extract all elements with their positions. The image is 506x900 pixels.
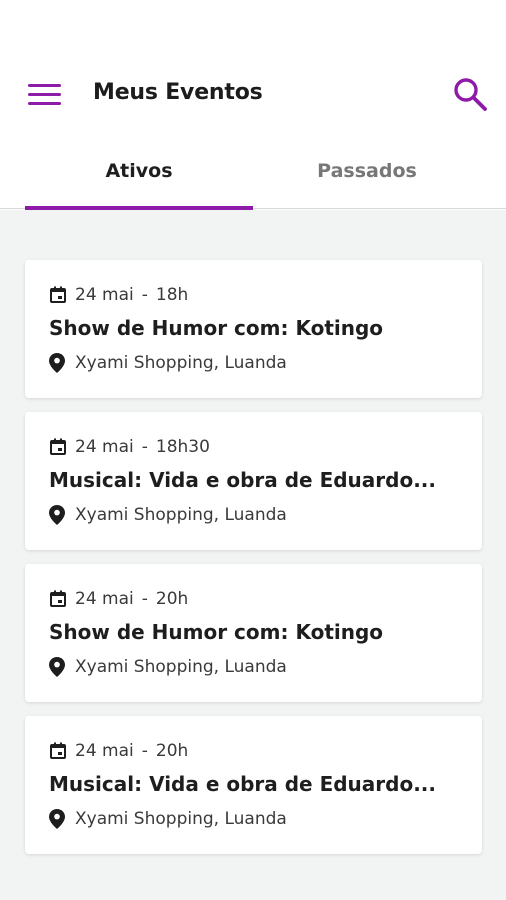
event-date-row: 24 mai - 18h30 bbox=[49, 436, 210, 458]
event-time: 18h bbox=[155, 285, 189, 305]
menu-button[interactable] bbox=[28, 82, 62, 108]
event-location-row: Xyami Shopping, Luanda bbox=[49, 808, 287, 830]
menu-icon-bar bbox=[28, 93, 61, 96]
tab-label: Ativos bbox=[105, 160, 173, 182]
tab-passados[interactable]: Passados bbox=[253, 160, 481, 210]
event-date-row: 24 mai - 20h bbox=[49, 740, 188, 762]
event-time: 18h30 bbox=[155, 437, 210, 457]
event-location: Xyami Shopping, Luanda bbox=[75, 809, 287, 829]
menu-icon-bar bbox=[28, 102, 61, 105]
event-location-row: Xyami Shopping, Luanda bbox=[49, 656, 287, 678]
event-date: 24 mai bbox=[75, 285, 134, 305]
location-pin-icon bbox=[49, 657, 65, 677]
event-title: Musical: Vida e obra de Eduardo... bbox=[49, 468, 437, 492]
search-icon bbox=[454, 78, 487, 111]
app-bar: Meus Eventos Ativos Passados bbox=[0, 0, 506, 210]
calendar-icon bbox=[50, 590, 66, 607]
event-location: Xyami Shopping, Luanda bbox=[75, 657, 287, 677]
location-pin-icon bbox=[49, 353, 65, 373]
calendar-icon bbox=[50, 742, 66, 759]
search-button[interactable] bbox=[452, 76, 488, 112]
date-separator: - bbox=[141, 741, 148, 761]
event-location: Xyami Shopping, Luanda bbox=[75, 353, 287, 373]
event-card[interactable]: 24 mai - 20h Show de Humor com: Kotingo … bbox=[25, 564, 482, 702]
event-date-row: 24 mai - 20h bbox=[49, 588, 188, 610]
event-card[interactable]: 24 mai - 18h30 Musical: Vida e obra de E… bbox=[25, 412, 482, 550]
location-pin-icon bbox=[49, 505, 65, 525]
date-separator: - bbox=[141, 285, 148, 305]
event-card[interactable]: 24 mai - 20h Musical: Vida e obra de Edu… bbox=[25, 716, 482, 854]
date-separator: - bbox=[141, 437, 148, 457]
event-card[interactable]: 24 mai - 18h Show de Humor com: Kotingo … bbox=[25, 260, 482, 398]
tab-ativos[interactable]: Ativos bbox=[25, 160, 253, 210]
calendar-icon bbox=[50, 438, 66, 455]
location-pin-icon bbox=[49, 809, 65, 829]
event-date: 24 mai bbox=[75, 589, 134, 609]
event-title: Show de Humor com: Kotingo bbox=[49, 316, 384, 340]
tab-label: Passados bbox=[317, 160, 417, 182]
event-title: Musical: Vida e obra de Eduardo... bbox=[49, 772, 437, 796]
event-date-row: 24 mai - 18h bbox=[49, 284, 188, 306]
date-separator: - bbox=[141, 589, 148, 609]
event-location-row: Xyami Shopping, Luanda bbox=[49, 352, 287, 374]
menu-icon bbox=[28, 84, 61, 87]
event-location-row: Xyami Shopping, Luanda bbox=[49, 504, 287, 526]
event-date: 24 mai bbox=[75, 437, 134, 457]
event-location: Xyami Shopping, Luanda bbox=[75, 505, 287, 525]
event-title: Show de Humor com: Kotingo bbox=[49, 620, 384, 644]
tab-active-indicator bbox=[25, 206, 253, 210]
event-date: 24 mai bbox=[75, 741, 134, 761]
event-time: 20h bbox=[155, 589, 189, 609]
page-title: Meus Eventos bbox=[93, 80, 263, 105]
calendar-icon bbox=[50, 286, 66, 303]
event-time: 20h bbox=[155, 741, 189, 761]
